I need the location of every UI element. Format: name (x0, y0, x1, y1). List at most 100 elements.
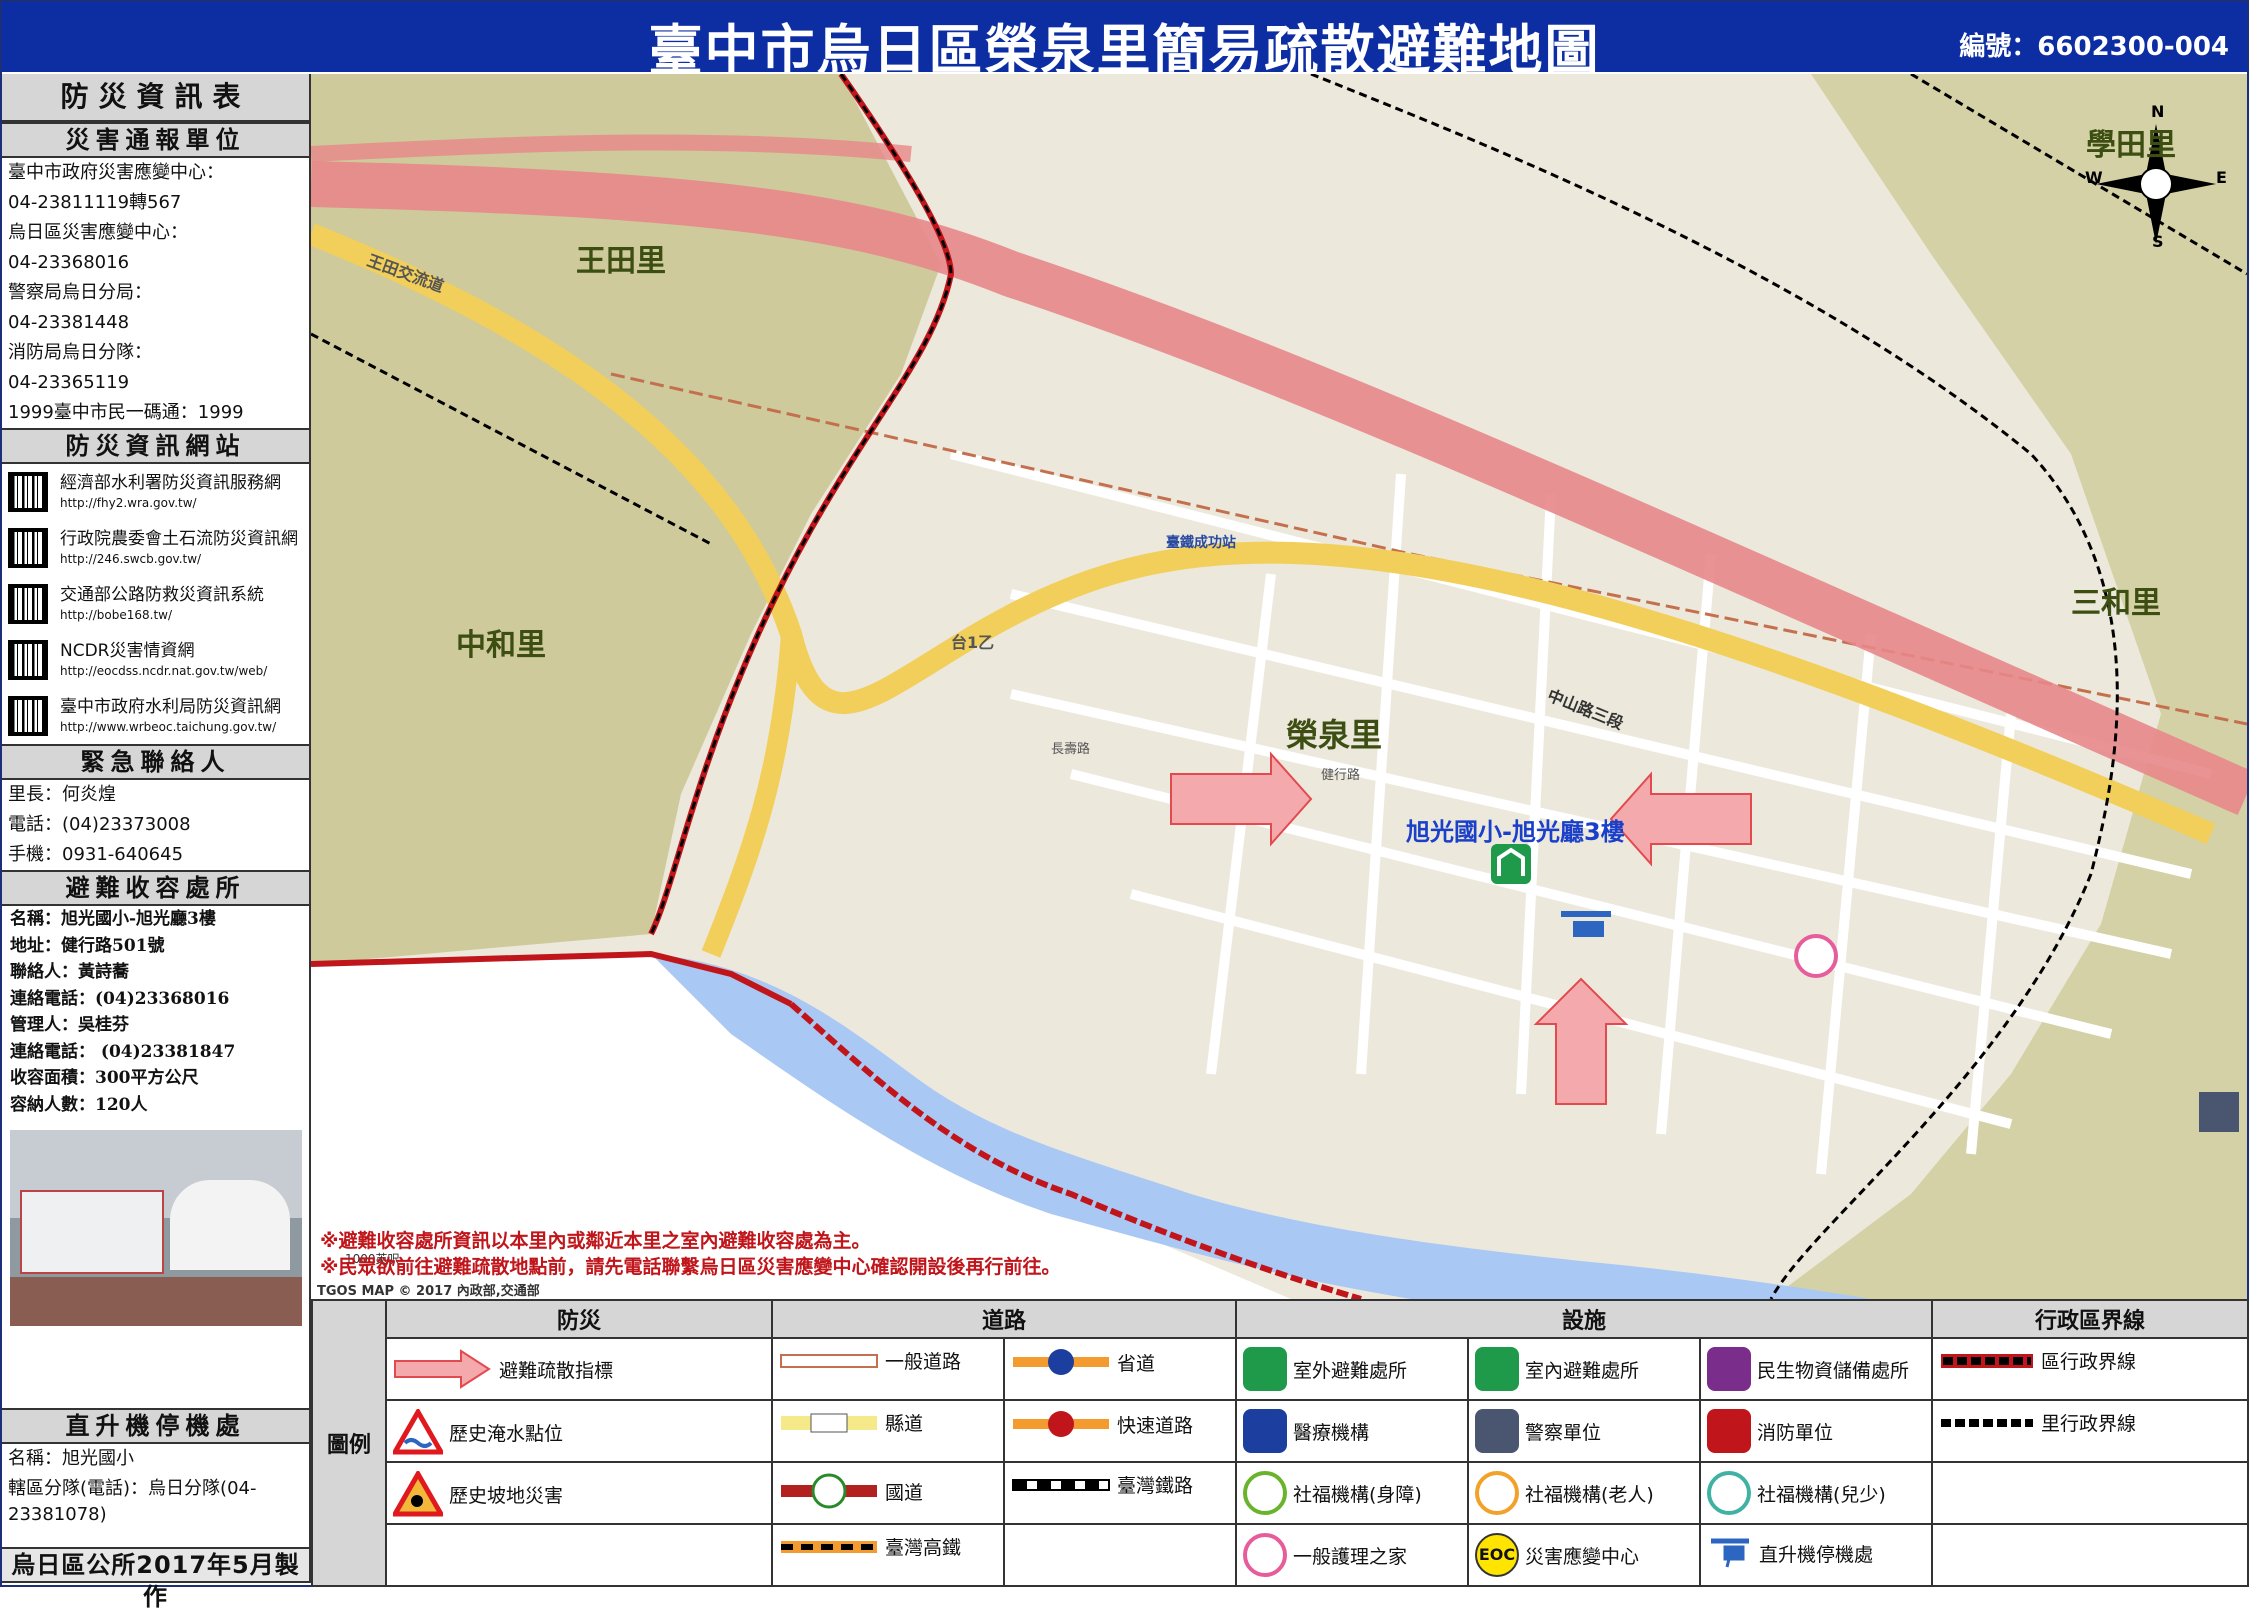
flood-point-label: 歷史淹水點位 (449, 1422, 564, 1445)
road-label: 台1乙 (951, 633, 995, 652)
shelter-line: 管理人：吳桂芬 (10, 1015, 129, 1035)
report-line: 警察局烏日分局： (8, 282, 152, 303)
facility-type: 直升機停機處 (1759, 1543, 1874, 1566)
shelter-photo (10, 1130, 302, 1326)
qr-code-icon (8, 696, 48, 736)
helicopter-icon (1711, 1538, 1750, 1568)
site-name: 經濟部水利署防災資訊服務網 (60, 473, 281, 493)
site-url[interactable]: http://bobe168.tw/ (60, 608, 172, 622)
road-type: 臺灣高鐵 (885, 1537, 962, 1559)
evac-arrow-label: 避難疏散指標 (499, 1359, 614, 1382)
medical-icon (1243, 1409, 1288, 1453)
facility-type: 室內避難處所 (1525, 1359, 1640, 1382)
report-line: 1999臺中市民一碼通：1999 (8, 402, 244, 423)
facility-type: 社福機構(老人) (1525, 1483, 1654, 1506)
road-type: 國道 (885, 1481, 924, 1504)
nursing-home-icon (1243, 1533, 1288, 1577)
facility-type: 災害應變中心 (1525, 1545, 1640, 1568)
site-row[interactable]: 交通部公路防救災資訊系統 http://bobe168.tw/ (2, 576, 309, 632)
qr-code-icon (8, 584, 48, 624)
site-row[interactable]: 行政院農委會土石流防災資訊網 http://246.swcb.gov.tw/ (2, 520, 309, 576)
legend: 圖例 防災 道路 設施 行政區界線 避難疏散指標 一般道路 省道 室外避難處所 … (311, 1299, 2249, 1587)
indoor-shelter-icon (1475, 1347, 1520, 1391)
heli-header: 直升機停機處 (2, 1408, 309, 1444)
qr-code-icon (8, 472, 48, 512)
shelter-line: 名稱：旭光國小-旭光廳3樓 (10, 909, 216, 929)
report-line: 消防局烏日分隊： (8, 342, 152, 363)
road-label: 長壽路 (1051, 742, 1091, 757)
report-line: 04-23365119 (8, 372, 130, 393)
elderly-welfare-icon (1475, 1471, 1520, 1515)
map-code: 編號：6602300-004 (1959, 32, 2229, 62)
note-line: ※避難收容處所資訊以本里內或鄰近本里之室內避難收容處為主。 (320, 1230, 871, 1252)
facility-type: 室外避難處所 (1293, 1359, 1408, 1382)
heli-line: 轄區分隊(電話)：烏日分隊(04- (8, 1478, 257, 1499)
report-line: 04-23811119轉567 (8, 192, 182, 213)
site-url[interactable]: http://www.wrbeoc.taichung.gov.tw/ (60, 720, 276, 734)
facility-type: 醫療機構 (1293, 1421, 1370, 1444)
boundary-type: 區行政界線 (2041, 1351, 2137, 1373)
outdoor-shelter-icon (1243, 1347, 1288, 1391)
road-type: 省道 (1117, 1352, 1156, 1375)
road-type: 縣道 (885, 1413, 924, 1435)
contact-header: 緊急聯絡人 (2, 744, 309, 780)
site-url[interactable]: http://fhy2.wra.gov.tw/ (60, 496, 197, 510)
note-line: ※民眾欲前往避難疏散地點前，請先電話聯繫烏日區災害應變中心確認開設後再行前往。 (320, 1256, 1061, 1278)
heli-line: 名稱：旭光國小 (8, 1448, 134, 1469)
facility-type: 社福機構(兒少) (1757, 1483, 1886, 1506)
contact-line: 里長：何炎煌 (8, 784, 116, 805)
village-label: 學田里 (2086, 128, 2176, 163)
site-name: 交通部公路防救災資訊系統 (60, 585, 264, 605)
legend-header-roads: 道路 (770, 1299, 1238, 1339)
map-copyright: TGOS MAP © 2017 內政部,交通部 (317, 1284, 540, 1299)
site-url[interactable]: http://246.swcb.gov.tw/ (60, 552, 201, 566)
legend-label: 圖例 (311, 1299, 387, 1587)
title-bar: 臺中市烏日區榮泉里簡易疏散避難地圖 編號：6602300-004 (2, 2, 2247, 82)
contact-line: 手機：0931-640645 (8, 844, 184, 865)
child-welfare-icon (1707, 1471, 1752, 1515)
site-row[interactable]: 臺中市政府水利局防災資訊網 http://www.wrbeoc.taichung.… (2, 688, 309, 744)
landslide-label: 歷史坡地災害 (449, 1484, 564, 1507)
report-header: 災害通報單位 (2, 122, 309, 158)
shelter-line: 地址：健行路501號 (10, 935, 165, 956)
web-header: 防災資訊網站 (2, 428, 309, 464)
notes: ※避難收容處所資訊以本里內或鄰近本里之室內避難收容處為主。 ※民眾欲前往避難疏散… (320, 1228, 1060, 1280)
compass-s: S (2152, 232, 2164, 251)
village-label: 三和里 (2071, 586, 2161, 621)
disabled-welfare-icon (1243, 1471, 1288, 1515)
report-line: 04-23381448 (8, 312, 130, 333)
shelter-header: 避難收容處所 (2, 870, 309, 906)
site-row[interactable]: 經濟部水利署防災資訊服務網 http://fhy2.wra.gov.tw/ (2, 464, 309, 520)
compass-e: E (2216, 168, 2227, 187)
site-name: 臺中市政府水利局防災資訊網 (60, 697, 281, 717)
qr-code-icon (8, 640, 48, 680)
legend-header-bounds: 行政區界線 (1931, 1299, 2249, 1339)
shelter-line: 連絡電話： (04)23381847 (10, 1041, 236, 1062)
facility-type: 警察單位 (1525, 1421, 1602, 1444)
facility-type: 消防單位 (1757, 1421, 1834, 1444)
map-area[interactable]: 王田里 中和里 榮泉里 三和里 學田里 旭光國小-旭光廳3樓 中山路三段 台1乙… (311, 74, 2247, 1299)
road-type: 一般道路 (885, 1351, 962, 1373)
shelter-line: 容納人數：120人 (10, 1094, 148, 1115)
site-name: NCDR災害情資網 (60, 641, 195, 661)
site-name: 行政院農委會土石流防災資訊網 (60, 529, 298, 549)
legend-header-disaster: 防災 (385, 1299, 773, 1339)
supply-storage-icon (1707, 1347, 1752, 1391)
facility-type: 民生物資儲備處所 (1757, 1359, 1910, 1382)
contact-line: 電話：(04)23373008 (8, 814, 191, 835)
footer-credit: 烏日區公所2017年5月製作 (2, 1547, 309, 1611)
village-label: 中和里 (456, 628, 546, 663)
legend-header-facilities: 設施 (1235, 1299, 1934, 1339)
road-type: 臺灣鐵路 (1117, 1475, 1194, 1497)
fire-station-icon (1707, 1409, 1752, 1453)
facility-type: 一般護理之家 (1293, 1545, 1408, 1568)
site-row[interactable]: NCDR災害情資網 http://eocdss.ncdr.nat.gov.tw/w… (2, 632, 309, 688)
heli-line: 23381078) (8, 1504, 107, 1525)
village-label: 榮泉里 (1286, 716, 1383, 754)
sidebar-title: 防災資訊表 (2, 74, 309, 122)
site-url[interactable]: http://eocdss.ncdr.nat.gov.tw/web/ (60, 664, 267, 678)
shelter-map-label[interactable]: 旭光國小-旭光廳3樓 (1406, 812, 1625, 847)
facility-type: 社福機構(身障) (1293, 1483, 1422, 1506)
report-line: 烏日區災害應變中心： (8, 222, 188, 243)
village-label: 王田里 (576, 244, 666, 279)
